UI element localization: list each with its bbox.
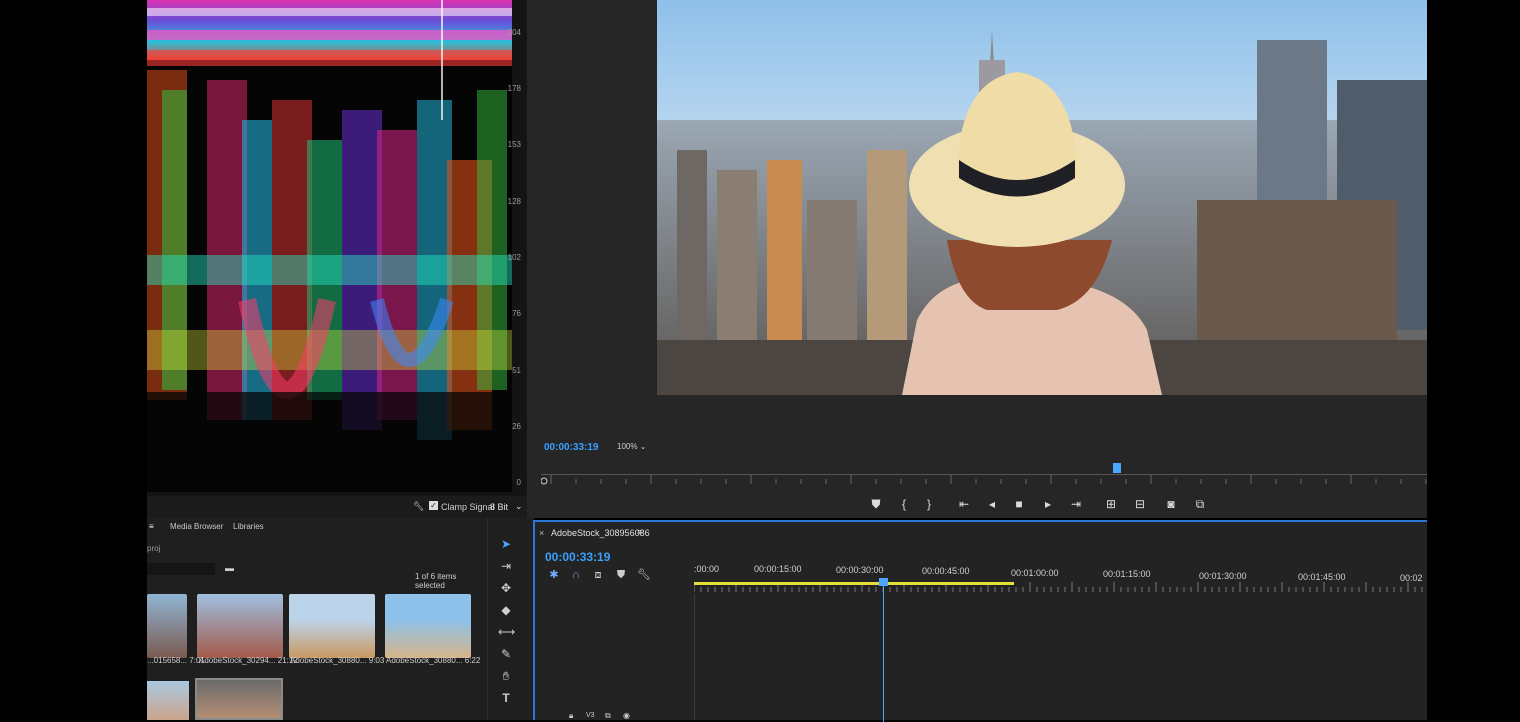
scope-tick-label: 51 <box>512 366 521 375</box>
video-image <box>657 0 1427 395</box>
lumetri-scopes-panel: 204 178 153 128 102 76 51 26 0 🔧︎ ✓ Clam… <box>147 0 527 518</box>
scope-footer: 🔧︎ ✓ Clamp Signal 8 Bit ⌄ <box>147 496 527 518</box>
ripple-edit-tool-icon[interactable]: ✥ <box>498 580 514 596</box>
scope-tick-label: 0 <box>516 478 521 487</box>
step-back-button[interactable]: ◂ <box>983 496 1001 512</box>
sequence-tab[interactable]: AdobeStock_308956086 <box>551 528 650 538</box>
scope-tick-label: 153 <box>507 140 521 149</box>
timeline-playhead-line <box>883 586 884 722</box>
track-label: V3 <box>586 712 595 719</box>
scope-tick-label: 204 <box>507 28 521 37</box>
ruler-label: :00:00 <box>694 564 720 574</box>
folder-icon[interactable]: ▬ <box>225 563 234 573</box>
extract-button[interactable]: ⊟ <box>1131 496 1149 512</box>
go-to-out-button[interactable]: ⇥ <box>1067 496 1085 512</box>
clamp-signal-checkbox[interactable]: ✓ <box>429 501 438 510</box>
tab-media-browser[interactable]: Media Browser <box>170 522 223 531</box>
wrench-icon[interactable]: 🔧︎ <box>637 568 651 582</box>
panel-menu-icon[interactable]: ≡ <box>637 527 642 537</box>
timeline-playhead-head[interactable] <box>879 578 888 586</box>
mark-out-button[interactable]: } <box>920 496 938 512</box>
clip-thumbnail-selected[interactable] <box>195 678 283 720</box>
waveform-graph <box>147 0 512 492</box>
zoom-level-select[interactable]: 100% ⌄ <box>617 442 646 451</box>
camera-icon[interactable]: ◙ <box>1162 496 1180 512</box>
program-timecode[interactable]: 00:00:33:19 <box>544 442 598 453</box>
bit-depth-select[interactable]: 8 Bit <box>490 502 508 512</box>
selection-tool-icon[interactable]: ➤ <box>498 536 514 552</box>
scope-tick-label: 102 <box>507 253 521 262</box>
clip-label: AdobeStock_30294... 21:12 <box>199 656 298 665</box>
clip-label: AdobeStock_30880... 9:03 <box>290 656 385 665</box>
ruler-label: 00:00:45:00 <box>922 566 970 576</box>
wrench-icon[interactable]: 🔧︎ <box>413 501 424 512</box>
clip-thumbnail[interactable] <box>147 594 187 658</box>
timeline-panel: × AdobeStock_308956086 ≡ 00:00:33:19 ✱ ∩… <box>533 520 1427 722</box>
snap-magnet-icon[interactable]: ∩ <box>569 568 583 582</box>
search-input[interactable] <box>147 563 215 575</box>
comparison-view-button[interactable]: ⧉ <box>1191 496 1209 512</box>
project-path: proj <box>147 544 161 553</box>
ruler-label: 00:00:30:00 <box>836 565 884 575</box>
add-marker-button[interactable]: ⛊ <box>867 496 885 512</box>
close-icon[interactable]: × <box>539 528 544 538</box>
scope-tick-label: 26 <box>512 422 521 431</box>
scope-tick-label: 76 <box>512 309 521 318</box>
linked-selection-icon[interactable]: ⧈ <box>591 568 605 582</box>
type-tool-icon[interactable]: T <box>498 690 514 706</box>
sequence-timecode[interactable]: 00:00:33:19 <box>545 550 610 564</box>
go-to-in-button[interactable]: ⇤ <box>955 496 973 512</box>
mark-in-button[interactable]: { <box>895 496 913 512</box>
stop-button[interactable]: ■ <box>1010 496 1028 512</box>
tools-panel: ➤ ⇥ ✥ ◆ ⟷ ✎ ✋︎ T <box>487 518 534 720</box>
chevron-down-icon[interactable]: ⌄ <box>515 501 523 512</box>
step-forward-button[interactable]: ▸ <box>1039 496 1057 512</box>
in-point-marker <box>540 477 548 485</box>
zoom-level-value: 100% <box>617 442 638 451</box>
clip-label: AdobeStock_30880... 6:22 <box>386 656 481 665</box>
rgb-parade-waveform <box>147 0 512 492</box>
scope-tick-label: 128 <box>507 197 521 206</box>
add-marker-icon[interactable]: ⛊ <box>614 568 628 582</box>
lift-button[interactable]: ⊞ <box>1102 496 1120 512</box>
track-select-tool-icon[interactable]: ⇥ <box>498 558 514 574</box>
program-playhead[interactable] <box>1112 463 1121 473</box>
nest-toggle-icon[interactable]: ✱ <box>547 568 561 582</box>
background-edge <box>1427 0 1520 720</box>
project-panel: ≡ Media Browser Libraries proj ▬ 1 of 6 … <box>147 518 487 720</box>
ruler-label: 00:01:00:00 <box>1011 568 1059 578</box>
clip-thumbnail[interactable] <box>385 594 471 658</box>
razor-tool-icon[interactable]: ◆ <box>498 602 514 618</box>
work-area-bar[interactable] <box>694 582 1014 585</box>
slip-tool-icon[interactable]: ⟷ <box>498 624 515 640</box>
scope-tick-label: 178 <box>507 84 521 93</box>
scrub-ticks <box>540 475 1427 485</box>
clip-label: ...015658... 7:01 <box>147 656 205 665</box>
selection-status: 1 of 6 items selected <box>415 572 457 590</box>
clip-thumbnail[interactable] <box>147 681 189 720</box>
clip-thumbnail[interactable] <box>289 594 375 658</box>
chevron-down-icon: ⌄ <box>639 442 647 451</box>
program-scrub-bar[interactable] <box>540 463 1427 489</box>
ruler-label: 00:01:15:00 <box>1103 569 1151 579</box>
clip-thumbnail[interactable] <box>197 594 283 658</box>
eye-icon[interactable]: ◉ <box>623 711 630 720</box>
program-video-frame[interactable] <box>657 0 1427 395</box>
track-divider <box>694 594 695 720</box>
tab-libraries[interactable]: Libraries <box>233 522 264 531</box>
hand-tool-icon[interactable]: ✋︎ <box>498 668 514 684</box>
panel-menu-icon[interactable]: ≡ <box>149 522 154 531</box>
program-monitor-panel: 00:00:33:19 100% ⌄ ⛊ { } ⇤ ◂ ■ ▸ ⇥ ⊞ ⊟ ◙… <box>527 0 1427 518</box>
ruler-label: 00:00:15:00 <box>754 564 802 574</box>
clamp-signal-label: Clamp Signal <box>441 502 495 512</box>
pen-tool-icon[interactable]: ✎ <box>498 646 514 662</box>
time-ruler[interactable]: :00:00 00:00:15:00 00:00:30:00 00:00:45:… <box>694 560 1427 594</box>
